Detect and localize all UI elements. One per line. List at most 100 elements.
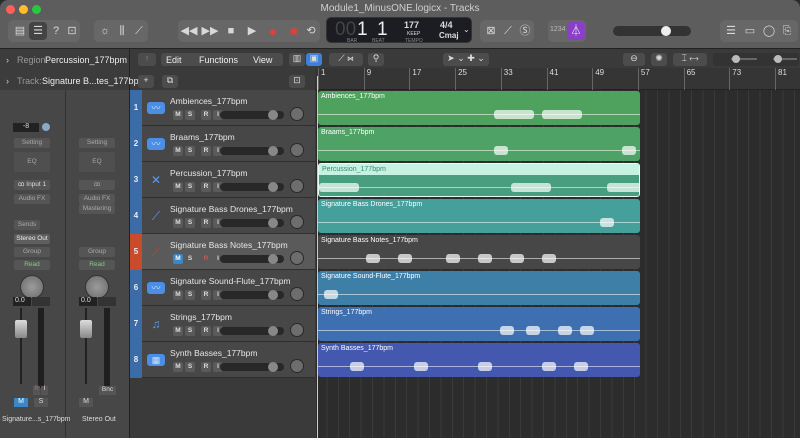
group-button[interactable]: Group xyxy=(14,247,50,257)
audio-region[interactable]: Signature Sound-Flute_177bpm xyxy=(318,271,640,305)
audio-region[interactable]: Strings_177bpm xyxy=(318,307,640,341)
record-button[interactable]: R xyxy=(201,326,211,336)
volume-fader[interactable] xyxy=(15,320,27,338)
slider-thumb[interactable] xyxy=(268,218,278,228)
editors-icon[interactable]: ⟋ xyxy=(130,22,148,40)
setting-button[interactable]: Setting xyxy=(79,138,115,148)
audio-region[interactable]: Percussion_177bpm xyxy=(318,163,640,197)
audio-fx-slot[interactable]: Audio FX xyxy=(79,194,115,204)
track-name[interactable]: Synth Basses_177bpm xyxy=(170,348,257,358)
pan-knob[interactable] xyxy=(290,107,304,121)
audio-fx-slot[interactable]: Audio FX xyxy=(14,194,50,204)
chevron-right-icon[interactable]: › xyxy=(6,76,9,86)
setting-button[interactable]: Setting xyxy=(14,138,50,148)
toolbar-icon[interactable]: ⊡ xyxy=(65,22,79,40)
pan-knob[interactable] xyxy=(85,275,109,299)
solo-button[interactable]: S xyxy=(185,290,195,300)
notepad-icon[interactable]: ▭ xyxy=(741,22,759,40)
inspector-icon[interactable]: ☰ xyxy=(29,22,47,40)
zoom-sliders[interactable] xyxy=(713,53,799,66)
track-name[interactable]: Signature B...tes_177bpm xyxy=(42,76,146,86)
browser-icon[interactable]: ⎘ xyxy=(778,22,796,40)
pan-knob[interactable] xyxy=(290,179,304,193)
up-arrow-icon[interactable]: ↑ xyxy=(138,53,156,66)
master-volume-slider[interactable] xyxy=(613,26,691,36)
automation-mode-button[interactable]: Read xyxy=(14,260,50,270)
pan-knob[interactable] xyxy=(290,215,304,229)
record-button[interactable]: R xyxy=(201,290,211,300)
vertical-zoom-slider[interactable] xyxy=(732,55,740,63)
mastering-plugin-slot[interactable]: Mastering xyxy=(79,204,115,214)
gain-knob-icon[interactable] xyxy=(42,123,50,131)
chevron-down-icon[interactable]: ⌄ xyxy=(463,25,470,34)
play-icon[interactable]: ▶ xyxy=(243,22,261,40)
mute-button[interactable]: M xyxy=(14,398,28,407)
slider-thumb[interactable] xyxy=(268,290,278,300)
slider-thumb[interactable] xyxy=(268,326,278,336)
ruler[interactable]: 1 9 17 25 33 41 49 57 65 73 81 xyxy=(315,68,800,90)
mute-button[interactable]: M xyxy=(173,110,183,120)
pan-knob[interactable] xyxy=(290,323,304,337)
solo-button[interactable]: S xyxy=(34,398,48,407)
input-monitor-button[interactable]: I xyxy=(41,386,48,395)
group-button[interactable]: Group xyxy=(79,247,115,257)
volume-fader[interactable] xyxy=(80,320,92,338)
chevron-right-icon[interactable]: › xyxy=(6,55,9,65)
track-name[interactable]: Signature Sound-Flute_177bpm xyxy=(170,276,291,286)
slider-thumb[interactable] xyxy=(268,110,278,120)
smart-controls-icon[interactable]: ☼ xyxy=(96,22,114,40)
pan-knob[interactable] xyxy=(290,251,304,265)
snap-icon[interactable]: ⊖ xyxy=(623,53,645,66)
region-name[interactable]: Percussion_177bpm xyxy=(45,55,127,65)
mute-button[interactable]: M xyxy=(173,362,183,372)
mute-button[interactable]: M xyxy=(79,398,93,407)
mute-button[interactable]: M xyxy=(173,182,183,192)
stop-icon[interactable]: ■ xyxy=(222,22,240,40)
mute-button[interactable]: M xyxy=(173,218,183,228)
record-button[interactable]: R xyxy=(201,362,211,372)
record-button[interactable]: R xyxy=(201,218,211,228)
edit-menu[interactable]: Edit xyxy=(166,55,182,65)
track-header[interactable]: 3 ✕ Percussion_177bpm M S R I xyxy=(130,162,315,198)
eq-button[interactable]: EQ xyxy=(79,152,115,172)
list-editors-icon[interactable]: ☰ xyxy=(722,22,740,40)
mute-button[interactable]: M xyxy=(173,254,183,264)
audio-region[interactable]: Synth Basses_177bpm xyxy=(318,343,640,377)
zoom-fit-icon[interactable]: ⌶ ⟷ xyxy=(673,53,707,66)
audio-region[interactable]: Signature Bass Drones_177bpm xyxy=(318,199,640,233)
mute-button[interactable]: M xyxy=(173,326,183,336)
global-tracks-icon[interactable]: ⊡ xyxy=(289,75,305,88)
loop-browser-icon[interactable]: ◯ xyxy=(760,22,778,40)
slider-thumb[interactable] xyxy=(268,182,278,192)
volume-slider[interactable] xyxy=(220,362,284,372)
track-header[interactable]: 6 〰 Signature Sound-Flute_177bpm M S R I xyxy=(130,270,315,306)
input-button[interactable]: ꝏ Input 1 xyxy=(14,180,50,190)
output-button[interactable]: Stereo Out xyxy=(14,234,50,244)
slider-thumb[interactable] xyxy=(268,254,278,264)
rewind-icon[interactable]: ◀◀ xyxy=(180,22,198,40)
record-enable-button[interactable]: R xyxy=(33,386,40,395)
track-name[interactable]: Signature Bass Notes_177bpm xyxy=(170,240,288,250)
lcd-display[interactable]: 00 1 1 BAR BEAT 177 KEEP TEMPO 4/4 Cmaj … xyxy=(326,17,472,44)
flex-icon[interactable]: ⚲ xyxy=(368,53,384,66)
solo-button[interactable]: S xyxy=(185,362,195,372)
capture-recording-icon[interactable]: ◉ xyxy=(285,22,303,40)
track-header[interactable]: 2 〰 Braams_177bpm M S R I xyxy=(130,126,315,162)
solo-button[interactable]: S xyxy=(185,254,195,264)
solo-button[interactable]: S xyxy=(185,146,195,156)
slider-thumb[interactable] xyxy=(268,362,278,372)
solo-button[interactable]: S xyxy=(185,218,195,228)
eq-button[interactable]: EQ xyxy=(14,152,50,172)
volume-slider[interactable] xyxy=(220,182,284,192)
metronome-icon[interactable]: ⏃ xyxy=(567,22,585,40)
horizontal-zoom-slider[interactable] xyxy=(774,55,782,63)
duplicate-track-button[interactable]: ⧉ xyxy=(162,75,178,88)
slider-thumb[interactable] xyxy=(268,146,278,156)
automation-mode-button[interactable]: Read xyxy=(79,260,115,270)
record-button[interactable]: R xyxy=(201,146,211,156)
audio-region[interactable]: Signature Bass Notes_177bpm xyxy=(318,235,640,269)
solo-button[interactable]: S xyxy=(185,326,195,336)
solo-button[interactable]: S xyxy=(185,182,195,192)
volume-slider[interactable] xyxy=(220,110,284,120)
functions-menu[interactable]: Functions xyxy=(199,55,238,65)
